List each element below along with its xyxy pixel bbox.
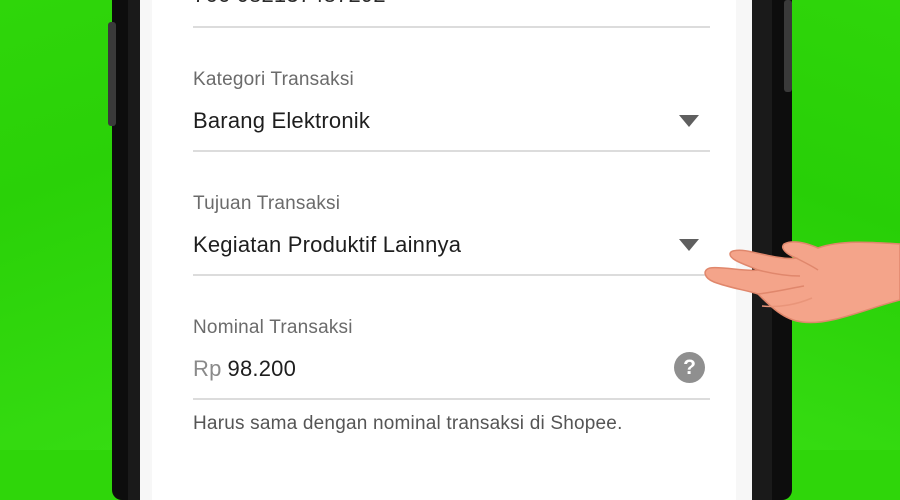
help-icon[interactable]: ?: [674, 352, 705, 383]
kategori-transaksi-field[interactable]: Kategori Transaksi Barang Elektronik: [193, 69, 710, 134]
tujuan-transaksi-underline: [193, 274, 710, 276]
tujuan-transaksi-field[interactable]: Tujuan Transaksi Kegiatan Produktif Lain…: [193, 193, 710, 258]
nominal-transaksi-label: Nominal Transaksi: [193, 317, 353, 338]
phone-side-button-right: [784, 0, 792, 92]
nominal-transaksi-field[interactable]: Nominal Transaksi Rp 98.200: [193, 317, 710, 382]
phone-number-underline: [193, 26, 710, 28]
phone-number-field[interactable]: 766 082137487292: [193, 0, 710, 8]
currency-prefix: Rp: [193, 356, 222, 381]
kategori-transaksi-label: Kategori Transaksi: [193, 69, 354, 90]
tujuan-transaksi-label: Tujuan Transaksi: [193, 193, 341, 214]
nominal-transaksi-underline: [193, 398, 710, 400]
tujuan-transaksi-value: Kegiatan Produktif Lainnya: [193, 232, 462, 257]
phone-side-button-left: [108, 22, 116, 126]
caret-down-icon[interactable]: [679, 239, 699, 251]
phone-number-value: 766 082137487292: [193, 0, 710, 8]
nominal-transaksi-value: 98.200: [227, 356, 297, 381]
pointing-hand-icon: [704, 241, 900, 324]
nominal-hint-text: Harus sama dengan nominal transaksi di S…: [193, 413, 623, 434]
kategori-transaksi-underline: [193, 150, 710, 152]
kategori-transaksi-value: Barang Elektronik: [193, 108, 371, 133]
caret-down-icon[interactable]: [679, 115, 699, 127]
